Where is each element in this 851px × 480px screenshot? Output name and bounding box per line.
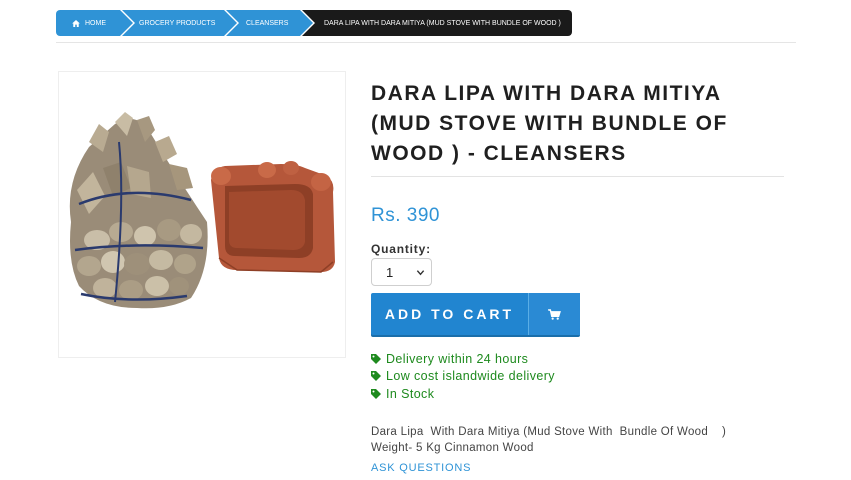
description-line: Dara Lipa With Dara Mitiya (Mud Stove Wi… (371, 426, 727, 438)
product-price: Rs. 390 (371, 205, 440, 226)
breadcrumb-grocery-label[interactable]: GROCERY PRODUCTS (139, 20, 215, 27)
breadcrumb-grocery-products[interactable]: GROCERY PRODUCTS (120, 10, 239, 36)
quantity-value: 1 (386, 264, 394, 280)
product-description: Dara Lipa With Dara Mitiya (Mud Stove Wi… (371, 424, 726, 456)
feature-label: Low cost islandwide delivery (386, 369, 555, 384)
breadcrumb-cleansers-label[interactable]: CLEANSERS (246, 20, 288, 27)
header-divider (56, 42, 796, 43)
cart-icon-button[interactable] (528, 293, 580, 335)
shopping-cart-icon (548, 308, 561, 320)
product-photo-wood-and-mud-stove (69, 112, 335, 309)
feature-delivery-24h: Delivery within 24 hours (371, 350, 555, 368)
add-to-cart-label[interactable]: ADD TO CART (371, 293, 528, 335)
feature-label: Delivery within 24 hours (386, 351, 529, 366)
wood-bundle-illustration (69, 112, 208, 309)
quantity-select[interactable]: 1 (371, 258, 432, 286)
breadcrumb-current-label: DARA LIPA WITH DARA MITIYA (MUD STOVE WI… (324, 19, 561, 27)
home-icon (72, 19, 80, 27)
tag-icon (371, 371, 381, 382)
chevron-down-icon (416, 270, 425, 276)
mud-stove-illustration (211, 161, 335, 273)
product-image[interactable] (58, 71, 346, 358)
description-line: Weight- 5 Kg Cinnamon Wood (371, 442, 534, 454)
tag-icon (371, 353, 381, 364)
breadcrumb: HOME GROCERY PRODUCTS CLEANSERS DARA LIP… (56, 10, 572, 36)
breadcrumb-home-label[interactable]: HOME (85, 20, 106, 27)
product-title: DARA LIPA WITH DARA MITIYA (MUD STOVE WI… (371, 82, 728, 165)
add-to-cart-button[interactable]: ADD TO CART (371, 293, 580, 335)
feature-islandwide-delivery: Low cost islandwide delivery (371, 368, 555, 386)
breadcrumb-home[interactable]: HOME (56, 10, 135, 36)
title-divider (371, 176, 784, 177)
quantity-label: Quantity: (371, 242, 431, 256)
ask-questions-link[interactable]: ASK QUESTIONS (371, 462, 471, 474)
feature-label: In Stock (386, 386, 435, 401)
feature-in-stock: In Stock (371, 385, 555, 403)
delivery-features: Delivery within 24 hours Low cost island… (371, 350, 555, 403)
breadcrumb-current: DARA LIPA WITH DARA MITIYA (MUD STOVE WI… (300, 10, 572, 36)
tag-icon (371, 388, 381, 399)
